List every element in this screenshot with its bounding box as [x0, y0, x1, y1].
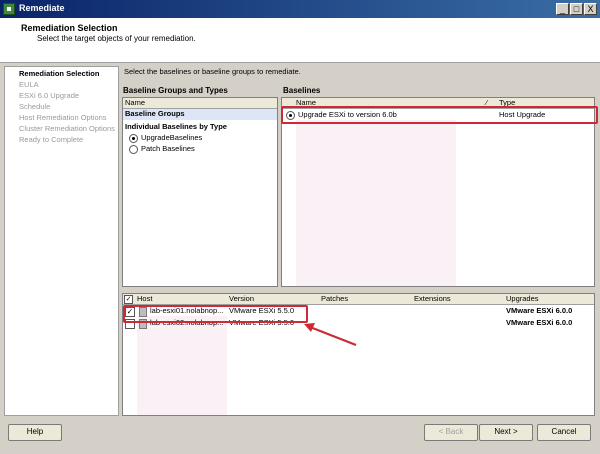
cancel-button[interactable]: Cancel [537, 424, 591, 441]
host1-upgrades: VMware ESXi 6.0.0 [506, 306, 573, 315]
step-esxi-upgrade: ESXi 6.0 Upgrade [19, 91, 80, 100]
col-version: Version [229, 294, 255, 303]
individual-baselines-label: Individual Baselines by Type [125, 122, 227, 131]
col-patches: Patches [321, 294, 349, 303]
baseline-highlight-box [281, 106, 598, 124]
wizard-steps: Remediation Selection EULA ESXi 6.0 Upgr… [4, 66, 119, 416]
help-button[interactable]: Help [8, 424, 62, 441]
hosts-header: ✓ Host Version Patches Extensions Upgrad… [123, 294, 594, 305]
step-remediation-selection: Remediation Selection [19, 69, 100, 78]
baseline-groups-title: Baseline Groups and Types [123, 86, 228, 95]
instruction-text: Select the baselines or baseline groups … [124, 67, 301, 76]
next-button[interactable]: Next > [479, 424, 533, 441]
step-eula: EULA [19, 80, 39, 89]
page-subtitle: Select the target objects of your remedi… [37, 34, 196, 43]
window-title: Remediate [19, 3, 65, 13]
close-button[interactable]: X [584, 3, 597, 15]
maximize-button[interactable]: □ [570, 3, 583, 15]
step-host-remediation-options: Host Remediation Options [19, 113, 107, 122]
patch-baselines-label[interactable]: Patch Baselines [141, 144, 195, 153]
col-host: Host [137, 294, 153, 303]
title-bar: Remediate _ □ X [0, 0, 600, 18]
baseline-groups-header: Name [123, 98, 277, 109]
minimize-button[interactable]: _ [556, 3, 569, 15]
host-highlight-box [123, 305, 308, 323]
wizard-header: Remediation Selection Select the target … [0, 18, 600, 63]
select-all-checkbox[interactable]: ✓ [124, 294, 133, 304]
annotation-arrow-icon [304, 323, 357, 347]
baseline-groups-pane: Name Baseline Groups Individual Baseline… [122, 97, 278, 287]
back-button[interactable]: < Back [424, 424, 478, 441]
col-extensions: Extensions [414, 294, 451, 303]
baselines-pane: Name ⁄ Type Upgrade ESXi to version 6.0b… [281, 97, 595, 287]
baseline-groups-row[interactable]: Baseline Groups [123, 109, 277, 120]
upgrade-baselines-radio[interactable] [129, 134, 138, 143]
col-name: Name [125, 98, 146, 107]
name-column-shade [296, 120, 456, 286]
step-ready-to-complete: Ready to Complete [19, 135, 84, 144]
step-cluster-remediation-options: Cluster Remediation Options [19, 124, 115, 133]
page-title: Remediation Selection [21, 23, 118, 33]
host-column-shade [137, 316, 227, 415]
col-upgrades: Upgrades [506, 294, 539, 303]
baselines-title: Baselines [283, 86, 321, 95]
patch-baselines-radio[interactable] [129, 145, 138, 154]
app-icon [3, 3, 15, 15]
host2-upgrades: VMware ESXi 6.0.0 [506, 318, 573, 327]
step-schedule: Schedule [19, 102, 51, 111]
upgrade-baselines-label[interactable]: UpgradeBaselines [141, 133, 202, 142]
